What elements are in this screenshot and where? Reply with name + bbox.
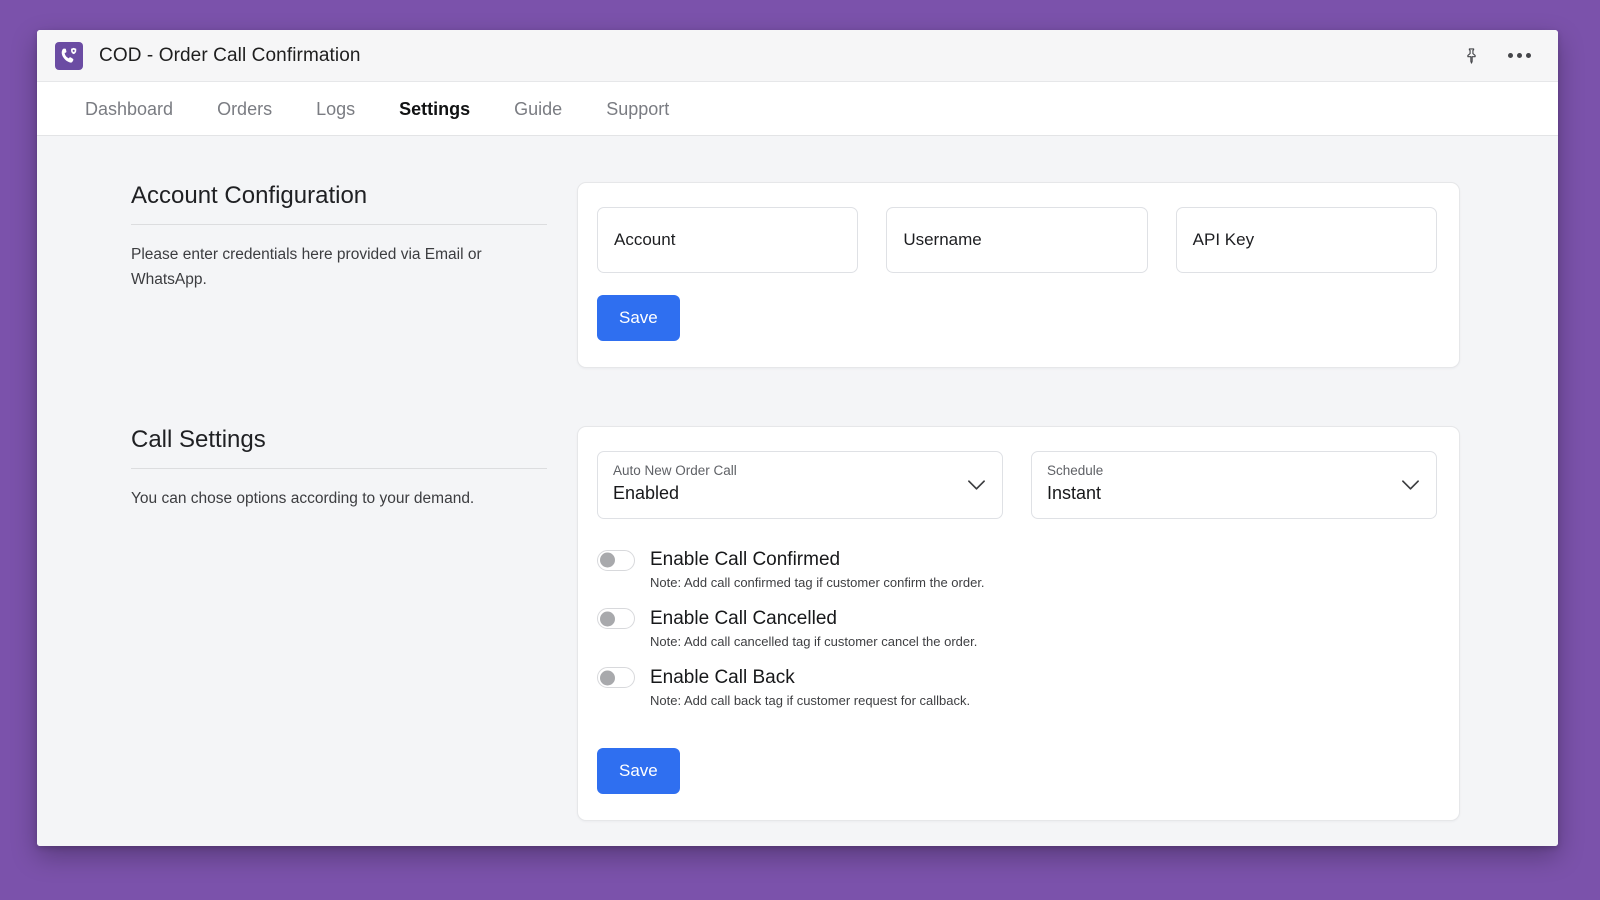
api-key-field[interactable]: API Key bbox=[1176, 207, 1437, 273]
call-settings-save-button[interactable]: Save bbox=[597, 748, 680, 794]
call-settings-description: You can chose options according to your … bbox=[131, 487, 503, 512]
toggle-row-call-cancelled: Enable Call Cancelled Note: Add call can… bbox=[597, 608, 1437, 651]
app-window: COD - Order Call Confirmation Dashboard … bbox=[37, 30, 1558, 846]
schedule-label: Schedule bbox=[1047, 463, 1420, 479]
pin-icon[interactable] bbox=[1458, 43, 1484, 69]
nav-item-dashboard[interactable]: Dashboard bbox=[63, 100, 195, 118]
toggle-row-call-back: Enable Call Back Note: Add call back tag… bbox=[597, 667, 1437, 710]
account-save-button[interactable]: Save bbox=[597, 295, 680, 341]
account-configuration-description: Please enter credentials here provided v… bbox=[131, 243, 503, 293]
nav-item-logs[interactable]: Logs bbox=[294, 100, 377, 118]
call-settings-aside: Call Settings You can chose options acco… bbox=[131, 426, 577, 821]
title-bar-actions bbox=[1458, 43, 1532, 69]
call-settings-section: Call Settings You can chose options acco… bbox=[37, 426, 1558, 821]
auto-new-order-call-label: Auto New Order Call bbox=[613, 463, 986, 479]
username-field[interactable]: Username bbox=[886, 207, 1147, 273]
account-configuration-title: Account Configuration bbox=[131, 182, 547, 224]
settings-content: Account Configuration Please enter crede… bbox=[37, 136, 1558, 846]
schedule-value: Instant bbox=[1047, 481, 1420, 505]
toggle-knob bbox=[600, 611, 615, 626]
account-configuration-card: Account Username API Key Save bbox=[577, 182, 1460, 368]
call-settings-card: Auto New Order Call Enabled Schedule Ins… bbox=[577, 426, 1460, 821]
nav-item-orders[interactable]: Orders bbox=[195, 100, 294, 118]
call-settings-toggles: Enable Call Confirmed Note: Add call con… bbox=[597, 549, 1437, 794]
enable-call-cancelled-note: Note: Add call cancelled tag if customer… bbox=[650, 634, 1437, 651]
main-navigation: Dashboard Orders Logs Settings Guide Sup… bbox=[37, 82, 1558, 136]
enable-call-back-label: Enable Call Back bbox=[650, 667, 795, 689]
enable-call-cancelled-toggle[interactable] bbox=[597, 608, 635, 629]
call-settings-divider bbox=[131, 468, 547, 469]
toggle-head-call-back: Enable Call Back bbox=[597, 667, 1437, 689]
nav-item-support[interactable]: Support bbox=[584, 100, 691, 118]
enable-call-confirmed-note: Note: Add call confirmed tag if customer… bbox=[650, 575, 1437, 592]
toggle-head-call-confirmed: Enable Call Confirmed bbox=[597, 549, 1437, 571]
enable-call-cancelled-label: Enable Call Cancelled bbox=[650, 608, 837, 630]
account-configuration-aside: Account Configuration Please enter crede… bbox=[131, 182, 577, 368]
call-settings-title: Call Settings bbox=[131, 426, 547, 468]
title-bar: COD - Order Call Confirmation bbox=[37, 30, 1558, 82]
credential-fields-row: Account Username API Key bbox=[597, 207, 1437, 273]
chevron-down-icon bbox=[1401, 479, 1420, 491]
enable-call-back-note: Note: Add call back tag if customer requ… bbox=[650, 693, 1437, 710]
toggle-knob bbox=[600, 553, 615, 568]
phone-shield-icon bbox=[55, 42, 83, 70]
toggle-knob bbox=[600, 670, 615, 685]
more-options-icon[interactable] bbox=[1506, 43, 1532, 69]
toggle-row-call-confirmed: Enable Call Confirmed Note: Add call con… bbox=[597, 549, 1437, 592]
auto-new-order-call-value: Enabled bbox=[613, 481, 986, 505]
nav-item-settings[interactable]: Settings bbox=[377, 100, 492, 118]
nav-item-guide[interactable]: Guide bbox=[492, 100, 584, 118]
account-configuration-section: Account Configuration Please enter crede… bbox=[37, 182, 1558, 368]
call-settings-selects: Auto New Order Call Enabled Schedule Ins… bbox=[597, 451, 1437, 519]
chevron-down-icon bbox=[967, 479, 986, 491]
enable-call-confirmed-toggle[interactable] bbox=[597, 550, 635, 571]
account-field[interactable]: Account bbox=[597, 207, 858, 273]
account-configuration-divider bbox=[131, 224, 547, 225]
window-title: COD - Order Call Confirmation bbox=[99, 45, 361, 67]
enable-call-back-toggle[interactable] bbox=[597, 667, 635, 688]
schedule-select[interactable]: Schedule Instant bbox=[1031, 451, 1437, 519]
enable-call-confirmed-label: Enable Call Confirmed bbox=[650, 549, 840, 571]
auto-new-order-call-select[interactable]: Auto New Order Call Enabled bbox=[597, 451, 1003, 519]
toggle-head-call-cancelled: Enable Call Cancelled bbox=[597, 608, 1437, 630]
